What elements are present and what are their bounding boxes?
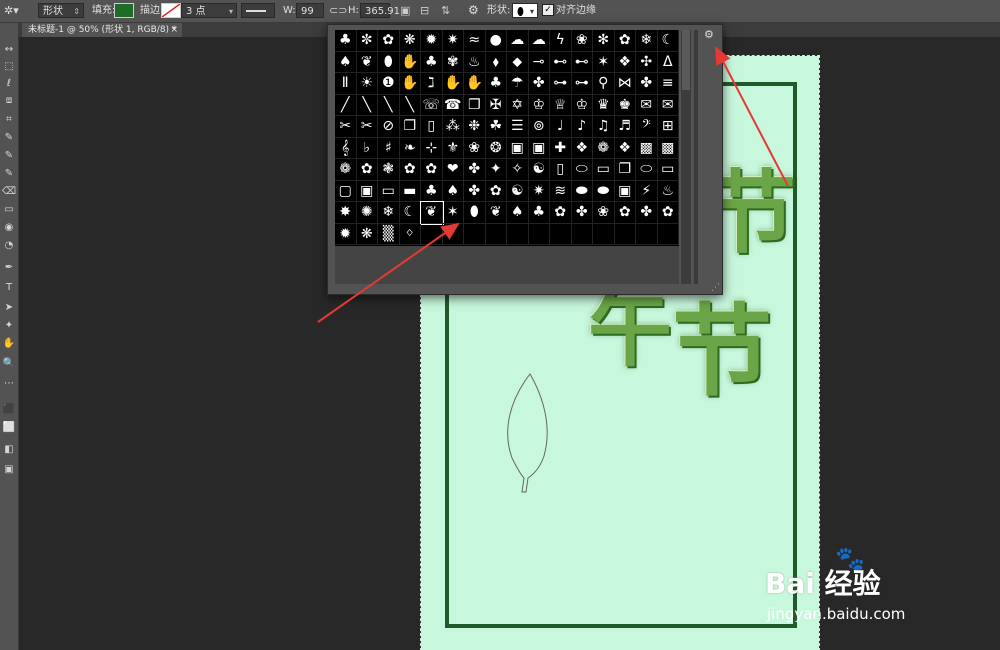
arrow-to-gear: [715, 46, 789, 187]
baidu-jingyan-watermark: 🐾 Bai 经验 jingyan.baidu.com: [765, 545, 965, 630]
arrow-to-leaf-shape: [317, 222, 460, 323]
watermark-url: jingyan.baidu.com: [767, 605, 906, 623]
watermark-brand: Bai 经验: [765, 567, 881, 600]
